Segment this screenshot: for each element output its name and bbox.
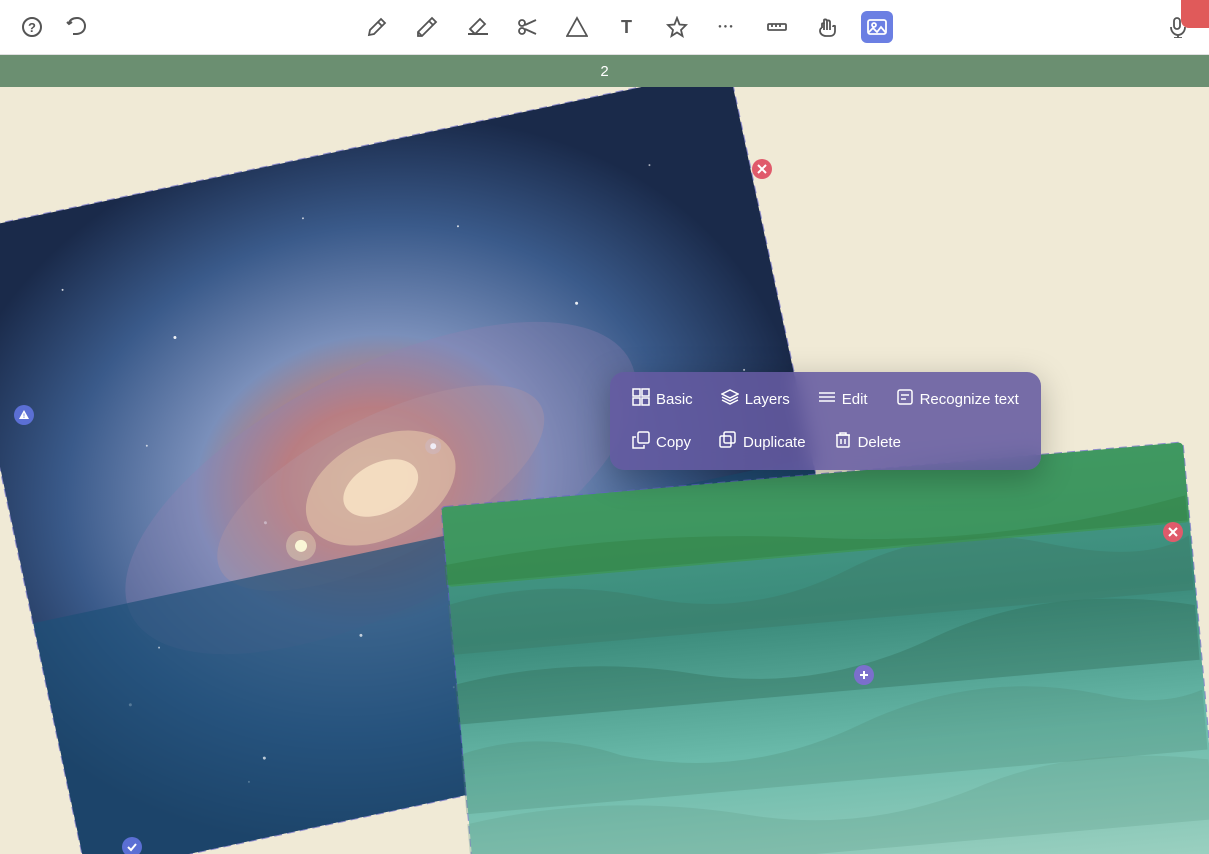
basic-menu-item[interactable]: Basic xyxy=(620,380,705,419)
basic-label: Basic xyxy=(656,391,693,408)
ocean-image[interactable] xyxy=(439,440,1209,854)
copy-icon xyxy=(632,431,650,454)
context-menu: Basic Layers xyxy=(610,372,1041,470)
dots-tool[interactable]: ●●● xyxy=(711,11,743,43)
duplicate-icon xyxy=(719,431,737,454)
copy-menu-item[interactable]: Copy xyxy=(620,423,703,462)
canvas-area: Basic Layers xyxy=(0,87,1209,854)
layers-label: Layers xyxy=(745,391,790,408)
ocean-delete-handle[interactable] xyxy=(1163,522,1183,542)
layers-menu-item[interactable]: Layers xyxy=(709,380,802,419)
toolbar-center: T ●●● xyxy=(92,11,1161,43)
undo-button[interactable] xyxy=(60,11,92,43)
image-tool[interactable] xyxy=(861,11,893,43)
delete-icon xyxy=(834,431,852,454)
pen-tool[interactable] xyxy=(361,11,393,43)
edit-label: Edit xyxy=(842,391,868,408)
ruler-tool[interactable] xyxy=(761,11,793,43)
eraser-tool[interactable] xyxy=(461,11,493,43)
layers-icon xyxy=(721,388,739,411)
star-tool[interactable] xyxy=(661,11,693,43)
recognize-text-menu-item[interactable]: Recognize text xyxy=(884,380,1031,419)
hand-tool[interactable] xyxy=(811,11,843,43)
toolbar: ? xyxy=(0,0,1209,55)
page-number: 2 xyxy=(600,63,608,80)
context-menu-row1: Basic Layers xyxy=(620,380,1031,419)
svg-text:?: ? xyxy=(28,20,36,35)
context-menu-row2: Copy Duplicate xyxy=(620,423,1031,462)
recognize-text-label: Recognize text xyxy=(920,391,1019,408)
copy-label: Copy xyxy=(656,434,691,451)
text-tool[interactable]: T xyxy=(611,11,643,43)
pencil-tool[interactable] xyxy=(411,11,443,43)
duplicate-label: Duplicate xyxy=(743,434,806,451)
edit-menu-item[interactable]: Edit xyxy=(806,380,880,419)
delete-label: Delete xyxy=(858,434,901,451)
recognize-text-icon xyxy=(896,388,914,411)
delete-menu-item[interactable]: Delete xyxy=(822,423,913,462)
basic-icon xyxy=(632,388,650,411)
galaxy-delete-handle[interactable] xyxy=(752,159,772,179)
duplicate-menu-item[interactable]: Duplicate xyxy=(707,423,818,462)
page-bar: 2 xyxy=(0,55,1209,87)
help-button[interactable]: ? xyxy=(16,11,48,43)
galaxy-warning-handle[interactable]: ! xyxy=(14,405,34,425)
galaxy-resize-handle[interactable] xyxy=(854,665,874,685)
edit-icon xyxy=(818,388,836,411)
svg-text:!: ! xyxy=(23,414,25,420)
shape-tool[interactable] xyxy=(561,11,593,43)
toolbar-left: ? xyxy=(16,11,92,43)
galaxy-check-handle[interactable] xyxy=(122,837,142,854)
scissors-tool[interactable] xyxy=(511,11,543,43)
top-right-button xyxy=(1181,0,1209,28)
